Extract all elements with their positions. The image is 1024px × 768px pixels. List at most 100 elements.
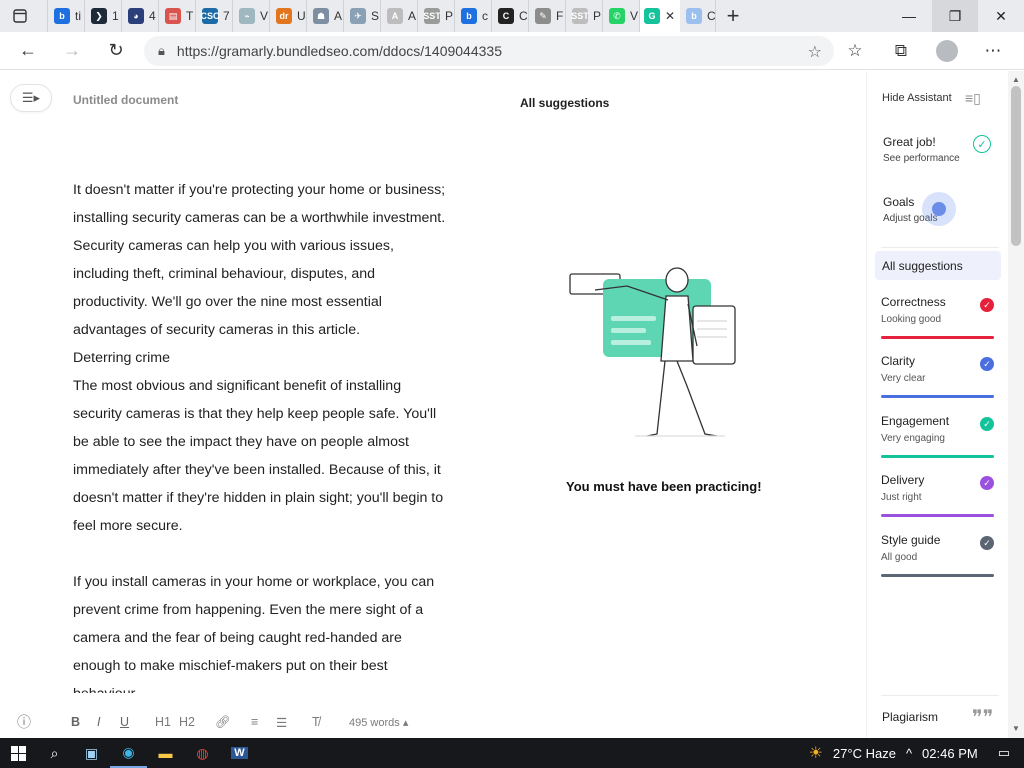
great-job-card[interactable]: Great job! See performance xyxy=(883,135,960,164)
tab-label: 4 xyxy=(149,9,156,23)
tab-item[interactable]: ✎ F xyxy=(529,0,566,32)
bold-button[interactable]: B xyxy=(71,715,80,729)
main-menu-button[interactable]: ☰▸ xyxy=(10,84,52,112)
forward-button[interactable]: → xyxy=(50,32,94,70)
tab-favicon-icon: ⌁ xyxy=(239,8,255,24)
tab-close-icon[interactable]: ✕ xyxy=(665,9,675,23)
start-button[interactable] xyxy=(0,738,36,768)
document-paragraph[interactable]: It doesn't matter if you're protecting y… xyxy=(73,176,453,344)
category-check-icon: ✓ xyxy=(980,476,994,490)
heading1-button[interactable]: H1 xyxy=(155,715,171,729)
taskbar-app-word[interactable]: W xyxy=(221,738,258,768)
word-count[interactable]: 495 words ▴ xyxy=(349,716,408,729)
taskbar-app-edge[interactable]: ◉ xyxy=(110,738,147,768)
add-favorite-icon[interactable]: ☆ xyxy=(808,42,822,62)
arrow-left-icon: ← xyxy=(19,40,37,60)
tab-after[interactable]: b C xyxy=(680,0,716,32)
help-icon[interactable]: ⓘ xyxy=(17,712,31,732)
document-body[interactable]: It doesn't matter if you're protecting y… xyxy=(73,176,453,693)
back-button[interactable]: ← xyxy=(6,32,50,70)
close-window-button[interactable]: ✕ xyxy=(978,0,1024,32)
address-bar[interactable]: 🔒︎ https://gramarly.bundledseo.com/ddocs… xyxy=(144,36,834,66)
tab-favicon-icon: SST xyxy=(571,8,589,24)
tab-item[interactable]: ⌁ V xyxy=(233,0,270,32)
edge-icon: ◉ xyxy=(122,743,135,760)
weather-text[interactable]: 27°C Haze xyxy=(833,746,896,761)
tab-item[interactable]: SST P xyxy=(418,0,455,32)
tab-item[interactable]: CC xyxy=(492,0,529,32)
category-clarity[interactable]: Clarity Very clear ✓ xyxy=(881,354,994,398)
link-icon[interactable]: 🔗︎ xyxy=(215,715,231,730)
document-title[interactable]: Untitled document xyxy=(73,93,178,107)
bulleted-list-icon[interactable]: ☰ xyxy=(276,715,287,730)
formatting-bar: ⓘ B I U H1 H2 🔗︎ ≡ ☰ T̸ 495 words ▴ xyxy=(0,706,866,738)
tab-favicon-icon: b xyxy=(686,8,702,24)
tab-favicon-icon: b xyxy=(461,8,477,24)
tab-favicon-icon: ◕ xyxy=(128,8,144,24)
clear-format-icon[interactable]: T̸ xyxy=(312,715,320,729)
plagiarism-button[interactable]: Plagiarism xyxy=(882,710,938,724)
chevron-up-icon[interactable]: ^ xyxy=(906,746,912,761)
taskbar-app-file-explorer[interactable]: ▬ xyxy=(147,738,184,768)
favorites-button[interactable]: ☆ xyxy=(832,32,878,70)
clock-time[interactable]: 02:46 PM xyxy=(922,746,978,761)
tab-strip: b ti ❯ 1 ◕ 4 ▤ T CSC 7 ⌁ Vdr U ☗ A ✈ S A A SST Pb c C C ✎ F SST P ✆ V… xyxy=(0,0,1024,32)
minimize-button[interactable]: — xyxy=(886,0,932,32)
restore-button[interactable]: ❐ xyxy=(932,0,978,32)
search-button[interactable]: ⌕ xyxy=(36,738,73,768)
scroll-up-icon[interactable]: ▲ xyxy=(1012,75,1020,84)
category-check-icon: ✓ xyxy=(980,357,994,371)
tab-item[interactable]: ◕ 4 xyxy=(122,0,159,32)
more-menu-button[interactable]: ⋯ xyxy=(970,32,1016,70)
weather-icon: ☀ xyxy=(808,745,823,762)
tab-label: 1 xyxy=(112,9,119,23)
tab-item[interactable]: b ti xyxy=(48,0,85,32)
tab-item[interactable]: SST P xyxy=(566,0,603,32)
taskbar-app-explorer-ext[interactable]: ▣ xyxy=(73,738,110,768)
tab-item[interactable]: ▤ T xyxy=(159,0,196,32)
divider xyxy=(881,247,999,248)
category-delivery[interactable]: Delivery Just right ✓ xyxy=(881,473,994,517)
tab-item[interactable]: bc xyxy=(455,0,492,32)
page-scrollbar[interactable]: ▲ ▼ xyxy=(1008,71,1024,738)
document-paragraph[interactable]: The most obvious and significant benefit… xyxy=(73,372,453,540)
category-engagement[interactable]: Engagement Very engaging ✓ xyxy=(881,414,994,458)
heading2-button[interactable]: H2 xyxy=(179,715,195,729)
tab-label: P xyxy=(445,9,454,23)
tab-item[interactable]: AA xyxy=(381,0,418,32)
scroll-thumb[interactable] xyxy=(1011,86,1021,246)
tab-favicon-icon: SST xyxy=(423,8,441,24)
category-style-guide[interactable]: Style guide All good ✓ xyxy=(881,533,994,577)
tab-actions-icon xyxy=(13,9,27,23)
document-paragraph[interactable]: If you install cameras in your home or w… xyxy=(73,568,453,693)
profile-button[interactable] xyxy=(924,32,970,70)
tab-item[interactable]: ✆ V xyxy=(603,0,640,32)
tab-label: S xyxy=(371,9,380,23)
tab-label: F xyxy=(556,9,564,23)
notifications-icon[interactable]: ▭ xyxy=(998,745,1010,761)
collections-button[interactable]: ⧉ xyxy=(878,32,924,70)
scroll-down-icon[interactable]: ▼ xyxy=(1012,724,1020,733)
tab-item[interactable]: ❯ 1 xyxy=(85,0,122,32)
tab-item[interactable]: dr U xyxy=(270,0,307,32)
hide-assistant-button[interactable]: Hide Assistant xyxy=(882,92,952,104)
taskbar-app-chrome[interactable]: ◍ xyxy=(184,738,221,768)
sidebar-toggle-icon[interactable]: ≡▯ xyxy=(965,90,981,107)
category-correctness[interactable]: Correctness Looking good ✓ xyxy=(881,295,994,339)
tab-item[interactable]: ☗ A xyxy=(307,0,344,32)
underline-button[interactable]: U xyxy=(120,715,129,729)
tab-label: A xyxy=(408,9,417,23)
tab-item[interactable]: ✈ S xyxy=(344,0,381,32)
all-suggestions-tab[interactable]: All suggestions xyxy=(875,251,1001,280)
tab-actions-button[interactable] xyxy=(0,0,40,32)
refresh-button[interactable]: ↻ xyxy=(94,32,138,70)
new-tab-button[interactable]: + xyxy=(716,0,750,32)
tab-item[interactable]: CSC 7 xyxy=(196,0,233,32)
category-subtitle: Just right xyxy=(881,492,922,503)
tab-active[interactable]: G ✕ xyxy=(640,0,680,32)
tab-item[interactable] xyxy=(40,0,48,32)
document-paragraph[interactable]: Deterring crime xyxy=(73,344,453,372)
italic-button[interactable]: I xyxy=(97,715,100,729)
assistant-sidebar: Hide Assistant ≡▯ Great job! See perform… xyxy=(866,71,1008,738)
numbered-list-icon[interactable]: ≡ xyxy=(251,715,258,729)
